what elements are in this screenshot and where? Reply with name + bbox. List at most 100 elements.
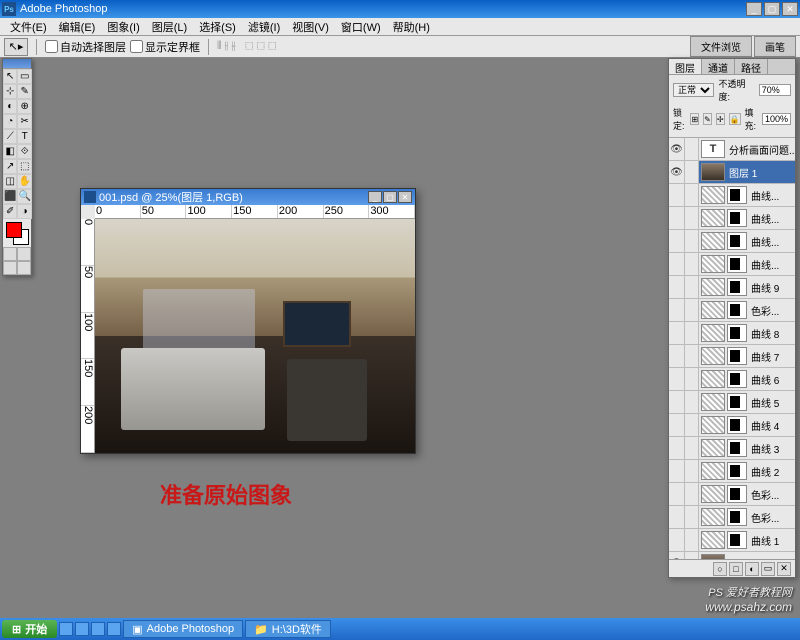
link-toggle[interactable] (685, 184, 699, 206)
doc-maximize-button[interactable]: ▢ (383, 191, 397, 203)
tool-button[interactable]: ⟋ (3, 129, 17, 144)
link-toggle[interactable] (685, 276, 699, 298)
layer-mask-thumbnail[interactable] (727, 485, 747, 503)
layer-name[interactable]: 色彩... (749, 303, 795, 318)
visibility-toggle[interactable] (669, 322, 685, 344)
layer-row[interactable]: 👁背景 (669, 552, 795, 559)
layer-thumbnail[interactable] (701, 347, 725, 365)
link-toggle[interactable] (685, 368, 699, 390)
close-button[interactable]: ✕ (782, 2, 798, 16)
menu-item[interactable]: 图象(I) (101, 19, 145, 35)
layer-name[interactable]: 曲线 9 (749, 280, 795, 295)
layer-row[interactable]: 曲线 6 (669, 368, 795, 391)
menu-item[interactable]: 选择(S) (193, 19, 242, 35)
layer-thumbnail[interactable] (701, 439, 725, 457)
taskbar-item-folder[interactable]: 📁H:\3D软件 (245, 620, 331, 638)
layer-thumbnail[interactable] (701, 393, 725, 411)
layer-name[interactable]: 曲线 6 (749, 372, 795, 387)
menu-item[interactable]: 视图(V) (286, 19, 335, 35)
link-toggle[interactable] (685, 552, 699, 559)
layer-thumbnail[interactable] (701, 301, 725, 319)
link-toggle[interactable] (685, 483, 699, 505)
layer-name[interactable]: 曲线... (749, 257, 795, 272)
visibility-toggle[interactable] (669, 529, 685, 551)
visibility-toggle[interactable] (669, 437, 685, 459)
layer-row[interactable]: 曲线 3 (669, 437, 795, 460)
layer-row[interactable]: 曲线... (669, 230, 795, 253)
link-toggle[interactable] (685, 253, 699, 275)
tool-button[interactable]: ↖ (3, 69, 17, 84)
lock-all-icon[interactable]: 🔒 (729, 113, 741, 125)
link-toggle[interactable] (685, 460, 699, 482)
layer-row[interactable]: 曲线 5 (669, 391, 795, 414)
document-canvas[interactable] (95, 219, 415, 453)
layer-mask-thumbnail[interactable] (727, 186, 747, 204)
link-toggle[interactable] (685, 161, 699, 183)
link-toggle[interactable] (685, 529, 699, 551)
lock-transparency-icon[interactable]: ⊞ (690, 113, 699, 125)
tool-button[interactable]: 🔍 (17, 189, 31, 204)
layer-row[interactable]: 👁图层 1 (669, 161, 795, 184)
layer-list[interactable]: 👁T分析画面问题...👁图层 1曲线...曲线...曲线...曲线...曲线 9… (669, 138, 795, 559)
layer-name[interactable]: 曲线 3 (749, 441, 795, 456)
layer-row[interactable]: 曲线... (669, 184, 795, 207)
active-tool-indicator[interactable]: ↖▸ (4, 38, 28, 56)
layer-thumbnail[interactable] (701, 255, 725, 273)
layer-thumbnail[interactable] (701, 278, 725, 296)
layer-mask-thumbnail[interactable] (727, 416, 747, 434)
quicklaunch-icon[interactable] (91, 622, 105, 636)
link-toggle[interactable] (685, 345, 699, 367)
layer-row[interactable]: 曲线 1 (669, 529, 795, 552)
link-toggle[interactable] (685, 207, 699, 229)
layer-mask-thumbnail[interactable] (727, 393, 747, 411)
layer-name[interactable]: 曲线 5 (749, 395, 795, 410)
layer-mask-thumbnail[interactable] (727, 347, 747, 365)
tool-button[interactable]: ⬛ (3, 189, 17, 204)
layer-row[interactable]: 曲线 8 (669, 322, 795, 345)
menu-item[interactable]: 图层(L) (146, 19, 193, 35)
menu-item[interactable]: 帮助(H) (387, 19, 436, 35)
ruler-horizontal[interactable]: 050100150200250300 (95, 205, 415, 219)
visibility-toggle[interactable] (669, 506, 685, 528)
menu-item[interactable]: 编辑(E) (53, 19, 102, 35)
tab-paths[interactable]: 路径 (735, 59, 768, 74)
show-bbox-checkbox[interactable]: 显示定界框 (130, 39, 200, 55)
visibility-toggle[interactable] (669, 207, 685, 229)
layer-thumbnail[interactable] (701, 416, 725, 434)
blend-mode-select[interactable]: 正常 (673, 83, 714, 97)
layer-thumbnail[interactable] (701, 209, 725, 227)
layer-thumbnail[interactable] (701, 163, 725, 181)
layer-name[interactable]: 曲线 2 (749, 464, 795, 479)
tool-button[interactable]: ✋ (17, 174, 31, 189)
visibility-toggle[interactable]: 👁 (669, 161, 685, 183)
panel-footer-button[interactable]: □ (729, 562, 743, 576)
tool-button[interactable]: ◐ (3, 99, 17, 114)
visibility-toggle[interactable] (669, 253, 685, 275)
layer-row[interactable]: 色彩... (669, 506, 795, 529)
visibility-toggle[interactable] (669, 414, 685, 436)
lock-pixels-icon[interactable]: ✎ (703, 113, 712, 125)
layer-mask-thumbnail[interactable] (727, 301, 747, 319)
tool-button[interactable]: ▭ (17, 69, 31, 84)
opacity-value[interactable]: 70% (759, 84, 791, 96)
layer-mask-thumbnail[interactable] (727, 370, 747, 388)
taskbar-item-photoshop[interactable]: ▣Adobe Photoshop (123, 620, 243, 638)
visibility-toggle[interactable] (669, 276, 685, 298)
foreground-color[interactable] (6, 222, 22, 238)
link-toggle[interactable] (685, 506, 699, 528)
layer-thumbnail[interactable]: T (701, 140, 725, 158)
tool-button[interactable]: ◑ (17, 204, 31, 219)
layer-row[interactable]: 色彩... (669, 299, 795, 322)
visibility-toggle[interactable]: 👁 (669, 552, 685, 559)
layer-row[interactable]: 曲线 9 (669, 276, 795, 299)
palette-tab-brushes[interactable]: 画笔 (754, 36, 796, 57)
visibility-toggle[interactable] (669, 391, 685, 413)
tool-button[interactable]: ◔ (3, 114, 17, 129)
minimize-button[interactable]: _ (746, 2, 762, 16)
visibility-toggle[interactable] (669, 483, 685, 505)
layer-mask-thumbnail[interactable] (727, 508, 747, 526)
fill-value[interactable]: 100% (762, 113, 791, 125)
layer-thumbnail[interactable] (701, 324, 725, 342)
document-window[interactable]: 001.psd @ 25%(图层 1,RGB) _ ▢ ✕ 0501001502… (80, 188, 416, 454)
tab-channels[interactable]: 通道 (702, 59, 735, 74)
